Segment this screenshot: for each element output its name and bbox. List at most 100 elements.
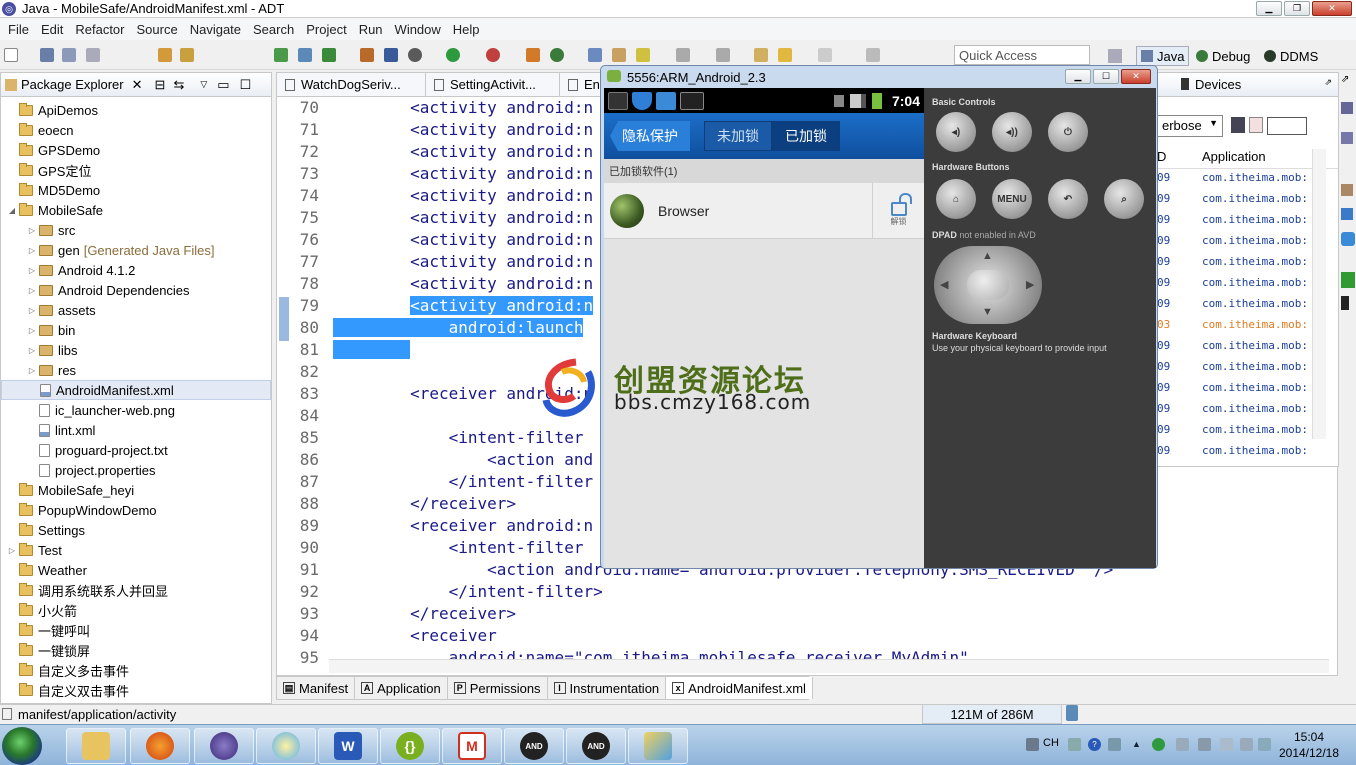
device-screen[interactable]: 7:04 隐私保护 未加锁 已加锁 已加锁软件(1) Browser 解锁 — [604, 88, 924, 568]
list-item[interactable]: Browser 解锁 — [604, 183, 924, 239]
selected-code[interactable]: <activity android:n — [410, 296, 594, 315]
expand-toggle-icon[interactable]: ▷ — [25, 326, 39, 335]
tray-ime-icon[interactable] — [1068, 738, 1081, 751]
taskbar-emulator-1[interactable]: AND — [504, 728, 564, 764]
tray-security-icon[interactable] — [1152, 738, 1165, 751]
save-all-icon[interactable] — [62, 48, 76, 62]
tray-settings-icon[interactable] — [1108, 738, 1121, 751]
emulator-close-button[interactable]: ✕ — [1121, 69, 1151, 84]
expand-toggle-icon[interactable]: ▷ — [25, 246, 39, 255]
taskbar-wps[interactable]: W — [318, 728, 378, 764]
toggle-filter-panel-icon[interactable] — [1267, 117, 1307, 135]
taskbar-firefox[interactable] — [130, 728, 190, 764]
expand-toggle-icon[interactable]: ▷ — [25, 306, 39, 315]
taskbar-mindmap[interactable]: M — [442, 728, 502, 764]
menu-button[interactable]: MENU — [992, 179, 1032, 219]
home-button[interactable]: ⌂ — [936, 179, 976, 219]
tree-item[interactable]: proguard-project.txt — [1, 440, 271, 460]
menu-source[interactable]: Source — [137, 22, 178, 37]
trim-icon-7[interactable] — [1341, 296, 1349, 310]
tree-project[interactable]: 调用系统联系人并回显 — [1, 580, 271, 600]
menu-window[interactable]: Window — [395, 22, 441, 37]
volume-down-button[interactable]: ◂) — [936, 112, 976, 152]
search-button[interactable]: ⌕ — [1104, 179, 1144, 219]
forward-icon[interactable] — [818, 48, 832, 62]
tab-unlocked[interactable]: 未加锁 — [704, 121, 772, 151]
android-sdk-icon[interactable] — [274, 48, 288, 62]
menu-search[interactable]: Search — [253, 22, 294, 37]
tree-item[interactable]: project.properties — [1, 460, 271, 480]
expand-toggle-icon[interactable]: ▷ — [25, 366, 39, 375]
save-icon[interactable] — [40, 48, 54, 62]
tray-help-icon[interactable]: ? — [1088, 738, 1101, 751]
selected-code[interactable]: android:launch — [333, 318, 584, 337]
open-type-icon[interactable] — [588, 48, 602, 62]
next-annotation-icon[interactable] — [676, 48, 690, 62]
tree-project[interactable]: ◢ MobileSafe — [1, 200, 271, 220]
tree-item[interactable]: ▷ res — [1, 360, 271, 380]
tree-project[interactable]: MobileSafe_heyi — [1, 480, 271, 500]
tree-project[interactable]: 自定义多击事件 — [1, 660, 271, 680]
tree-project[interactable]: PopupWindowDemo — [1, 500, 271, 520]
code-line[interactable]: <receiver — [333, 625, 1113, 647]
clean-icon[interactable] — [180, 48, 194, 62]
tree-item[interactable]: ▷ bin — [1, 320, 271, 340]
tab-entry[interactable]: En — [560, 73, 605, 96]
search-icon[interactable] — [636, 48, 650, 62]
expand-toggle-icon[interactable]: ▷ — [5, 546, 19, 555]
power-button[interactable]: ⏻ — [1048, 112, 1088, 152]
tab-permissions[interactable]: P Permissions — [448, 677, 548, 699]
menu-file[interactable]: File — [8, 22, 29, 37]
tray-volume-icon[interactable] — [1240, 738, 1253, 751]
menu-project[interactable]: Project — [306, 22, 346, 37]
back-key-button[interactable]: ↶ — [1048, 179, 1088, 219]
tab-setting-activity[interactable]: SettingActivit... — [425, 73, 560, 96]
expand-toggle-icon[interactable]: ▷ — [25, 266, 39, 275]
tree-item[interactable]: ▷ assets — [1, 300, 271, 320]
taskbar-paint[interactable] — [628, 728, 688, 764]
tree-project[interactable]: GPS定位 — [1, 160, 271, 180]
log-level-select[interactable]: erbose ▼ — [1157, 115, 1223, 137]
log-row-application[interactable]: com.itheima.mob: — [1202, 213, 1308, 226]
tray-expand-icon[interactable]: ▲ — [1130, 738, 1143, 751]
prev-annotation-icon[interactable] — [716, 48, 730, 62]
tree-project[interactable]: 一键呼叫 — [1, 620, 271, 640]
tree-item[interactable]: ▷ src — [1, 220, 271, 240]
view-menu-icon[interactable]: ▽ — [200, 79, 207, 90]
minimize-button[interactable]: ▁ — [1256, 1, 1282, 16]
back-icon[interactable] — [778, 48, 792, 62]
run-icon[interactable] — [446, 48, 460, 62]
trim-icon-2[interactable] — [1341, 132, 1353, 144]
tree-project[interactable]: eoecn — [1, 120, 271, 140]
trim-icon-3[interactable] — [1341, 184, 1353, 196]
last-edit-icon[interactable] — [754, 48, 768, 62]
log-row-application[interactable]: com.itheima.mob: — [1202, 276, 1308, 289]
menu-navigate[interactable]: Navigate — [190, 22, 241, 37]
taskbar-clock[interactable]: 15:04 2014/12/18 — [1268, 729, 1350, 761]
unlock-button[interactable]: 解锁 — [872, 183, 924, 239]
tree-item[interactable]: ▷ Android Dependencies — [1, 280, 271, 300]
save-log-icon[interactable] — [1231, 117, 1245, 133]
tray-display-icon[interactable] — [1220, 738, 1233, 751]
link-editor-icon[interactable]: ⇆ — [173, 77, 184, 93]
open-perspective-icon[interactable] — [1108, 46, 1122, 66]
tab-manifest[interactable]: ▤ Manifest — [277, 677, 356, 699]
maximize-view-icon[interactable]: ☐ — [240, 77, 252, 93]
lint-icon[interactable] — [322, 48, 336, 62]
menu-edit[interactable]: Edit — [41, 22, 63, 37]
taskbar-editor[interactable]: {} — [380, 728, 440, 764]
menu-help[interactable]: Help — [453, 22, 480, 37]
tree-project[interactable]: 小火箭 — [1, 600, 271, 620]
breakpoint-icon[interactable] — [384, 48, 398, 62]
trim-icon-1[interactable] — [1341, 102, 1353, 114]
tree-project[interactable]: GPSDemo — [1, 140, 271, 160]
tree-project[interactable]: ApiDemos — [1, 100, 271, 120]
volume-up-button[interactable]: ◂)) — [992, 112, 1032, 152]
new-java-project-icon[interactable] — [526, 48, 540, 62]
emulator-maximize-button[interactable]: ☐ — [1093, 69, 1119, 84]
print-icon[interactable] — [86, 48, 100, 62]
pin-editor-icon[interactable] — [866, 48, 880, 62]
tree-item[interactable]: AndroidManifest.xml — [1, 380, 271, 400]
emulator-minimize-button[interactable]: ▁ — [1065, 69, 1091, 84]
close-button[interactable]: ✕ — [1312, 1, 1352, 16]
